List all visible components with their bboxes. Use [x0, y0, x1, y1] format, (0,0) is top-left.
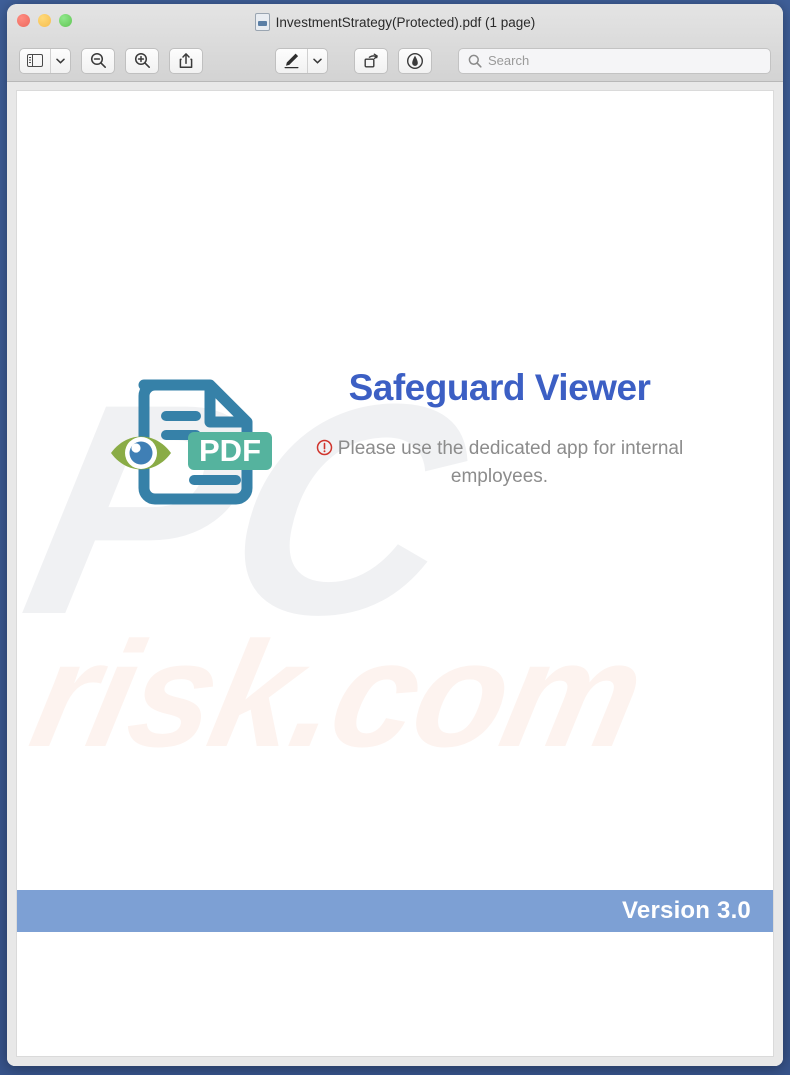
- pdf-viewer-window: InvestmentStrategy(Protected).pdf (1 pag…: [7, 4, 783, 1066]
- search-input[interactable]: Search: [458, 47, 771, 74]
- minimize-button[interactable]: [38, 14, 51, 27]
- window-title: InvestmentStrategy(Protected).pdf (1 pag…: [275, 14, 536, 30]
- version-banner: Version 3.0: [17, 890, 773, 932]
- markup-pen-icon[interactable]: [276, 49, 307, 73]
- close-button[interactable]: [17, 14, 30, 27]
- alert-circle-icon: [316, 439, 333, 456]
- markup-tool-group[interactable]: [275, 47, 328, 74]
- zoom-in-icon: [134, 52, 151, 69]
- search-icon: [468, 54, 482, 68]
- share-icon: [179, 52, 193, 69]
- watermark-secondary: risk.com: [19, 610, 656, 778]
- sidebar-icon[interactable]: [20, 49, 50, 73]
- zoom-in-button[interactable]: [125, 47, 159, 74]
- window-titlebar: InvestmentStrategy(Protected).pdf (1 pag…: [7, 4, 783, 40]
- hero-block: PDF Safeguard Viewer Please use the dedi…: [17, 353, 773, 534]
- search-placeholder: Search: [488, 53, 530, 68]
- window-title-container: InvestmentStrategy(Protected).pdf (1 pag…: [7, 13, 783, 31]
- rotate-icon: [363, 52, 380, 69]
- page-title: Safeguard Viewer: [348, 367, 651, 408]
- main-toolbar: Search: [7, 40, 783, 82]
- annotate-button[interactable]: [398, 47, 432, 74]
- svg-text:PDF: PDF: [199, 433, 261, 468]
- version-label: Version 3.0: [622, 897, 751, 924]
- hero-text-block: Safeguard Viewer Please use the dedicate…: [314, 353, 686, 490]
- zoom-out-icon: [90, 52, 107, 69]
- chevron-down-icon[interactable]: [307, 48, 327, 73]
- chevron-down-icon[interactable]: [50, 48, 70, 73]
- pdf-page: PC risk.com PDF Safeguard Viewer Please …: [16, 90, 774, 1057]
- annotate-icon: [406, 52, 424, 70]
- pdf-scroll-area[interactable]: PC risk.com PDF Safeguard Viewer Please …: [7, 82, 783, 1066]
- rotate-button[interactable]: [354, 47, 388, 74]
- document-file-icon: [254, 13, 270, 31]
- sidebar-toggle-group[interactable]: [19, 47, 71, 74]
- zoom-out-button[interactable]: [81, 47, 115, 74]
- notice-message: Please use the dedicated app for interna…: [314, 435, 686, 490]
- desktop-background: InvestmentStrategy(Protected).pdf (1 pag…: [0, 0, 790, 1075]
- maximize-button[interactable]: [59, 14, 72, 27]
- notice-text: Please use the dedicated app for interna…: [337, 438, 684, 487]
- window-controls: [17, 14, 72, 27]
- share-button[interactable]: [169, 47, 203, 74]
- pdf-viewer-eye-icon: PDF: [105, 359, 280, 534]
